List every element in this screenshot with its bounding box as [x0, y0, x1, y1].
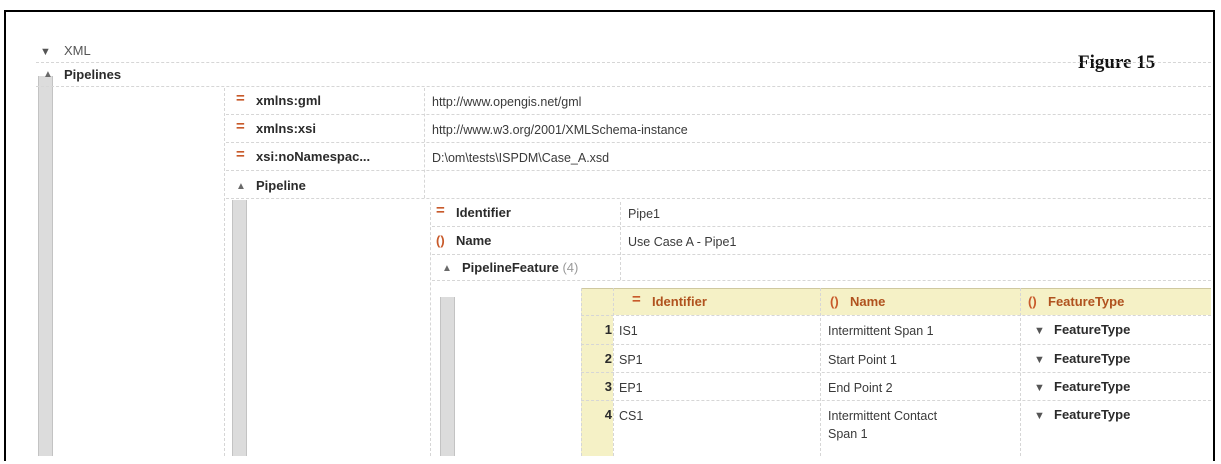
row-identifier[interactable]: CS1	[619, 408, 643, 424]
row-featuretype[interactable]: FeatureType	[1054, 407, 1130, 423]
row-number: 2	[604, 351, 612, 366]
pipeline-gutter	[232, 200, 247, 456]
pipelinefeature-name: PipelineFeature	[462, 260, 559, 275]
triangle-up-icon[interactable]: ▲	[442, 262, 452, 276]
row-identifier[interactable]: SP1	[619, 352, 643, 368]
row-name-continued[interactable]: Span 1	[828, 426, 868, 442]
row-featuretype[interactable]: FeatureType	[1054, 351, 1130, 367]
triangle-up-icon[interactable]: ▲	[43, 68, 53, 82]
equals-icon: =	[236, 118, 245, 135]
attr-name-nonamespace: xsi:noNamespac...	[256, 149, 371, 164]
pipelinefeature-label: PipelineFeature (4)	[462, 260, 578, 276]
triangle-up-icon[interactable]: ▲	[236, 180, 246, 194]
attr-value-xsi[interactable]: http://www.w3.org/2001/XMLSchema-instanc…	[432, 122, 688, 138]
column-header-featuretype[interactable]: FeatureType	[1048, 294, 1124, 310]
equals-icon: =	[236, 146, 245, 163]
xml-node-icon[interactable]: ▼	[1034, 381, 1045, 395]
row-featuretype[interactable]: FeatureType	[1054, 379, 1130, 395]
row-featuretype[interactable]: FeatureType	[1054, 322, 1130, 338]
pipeline-identifier-label: Identifier	[456, 205, 511, 220]
equals-icon: =	[632, 291, 641, 308]
pipeline-label: Pipeline	[256, 178, 306, 193]
attr-value-nonamespace[interactable]: D:\om\tests\ISPDM\Case_A.xsd	[432, 150, 609, 166]
row-name[interactable]: Start Point 1	[828, 352, 897, 368]
pipelines-gutter	[38, 76, 53, 456]
equals-icon: =	[436, 202, 445, 219]
xml-node-icon[interactable]: ▼	[40, 45, 51, 59]
feature-gutter	[440, 297, 455, 456]
row-number: 1	[604, 322, 612, 337]
xml-grid-view: Figure 15 ▼ XML ▲ Pipelines = xmlns:gml …	[4, 10, 1215, 461]
attr-value-gml[interactable]: http://www.opengis.net/gml	[432, 94, 581, 110]
row-number: 3	[604, 379, 612, 394]
xml-node-icon[interactable]: ▼	[1034, 353, 1045, 367]
pipeline-name-value[interactable]: Use Case A - Pipe1	[628, 234, 736, 250]
figure-label: Figure 15	[1078, 52, 1156, 73]
column-header-identifier[interactable]: Identifier	[652, 294, 707, 310]
column-header-name[interactable]: Name	[850, 294, 885, 310]
pipeline-name-label: Name	[456, 233, 492, 248]
braces-icon: ()	[830, 294, 839, 309]
braces-icon: ()	[1028, 294, 1037, 309]
pipelinefeature-count: (4)	[562, 260, 579, 275]
braces-icon: ()	[436, 233, 445, 248]
row-name[interactable]: Intermittent Span 1	[828, 323, 934, 339]
row-number: 4	[604, 407, 612, 422]
attr-name-gml: xmlns:gml	[256, 93, 322, 108]
row-identifier[interactable]: EP1	[619, 380, 643, 396]
pipeline-identifier-value[interactable]: Pipe1	[628, 206, 660, 222]
row-name[interactable]: End Point 2	[828, 380, 893, 396]
xml-node-icon[interactable]: ▼	[1034, 409, 1045, 423]
attr-name-xsi: xmlns:xsi	[256, 121, 316, 136]
row-name[interactable]: Intermittent Contact	[828, 408, 937, 424]
row-identifier[interactable]: IS1	[619, 323, 638, 339]
xml-node-icon[interactable]: ▼	[1034, 324, 1045, 338]
pipelines-label: Pipelines	[64, 67, 122, 82]
root-label: XML	[64, 43, 91, 58]
equals-icon: =	[236, 90, 245, 107]
